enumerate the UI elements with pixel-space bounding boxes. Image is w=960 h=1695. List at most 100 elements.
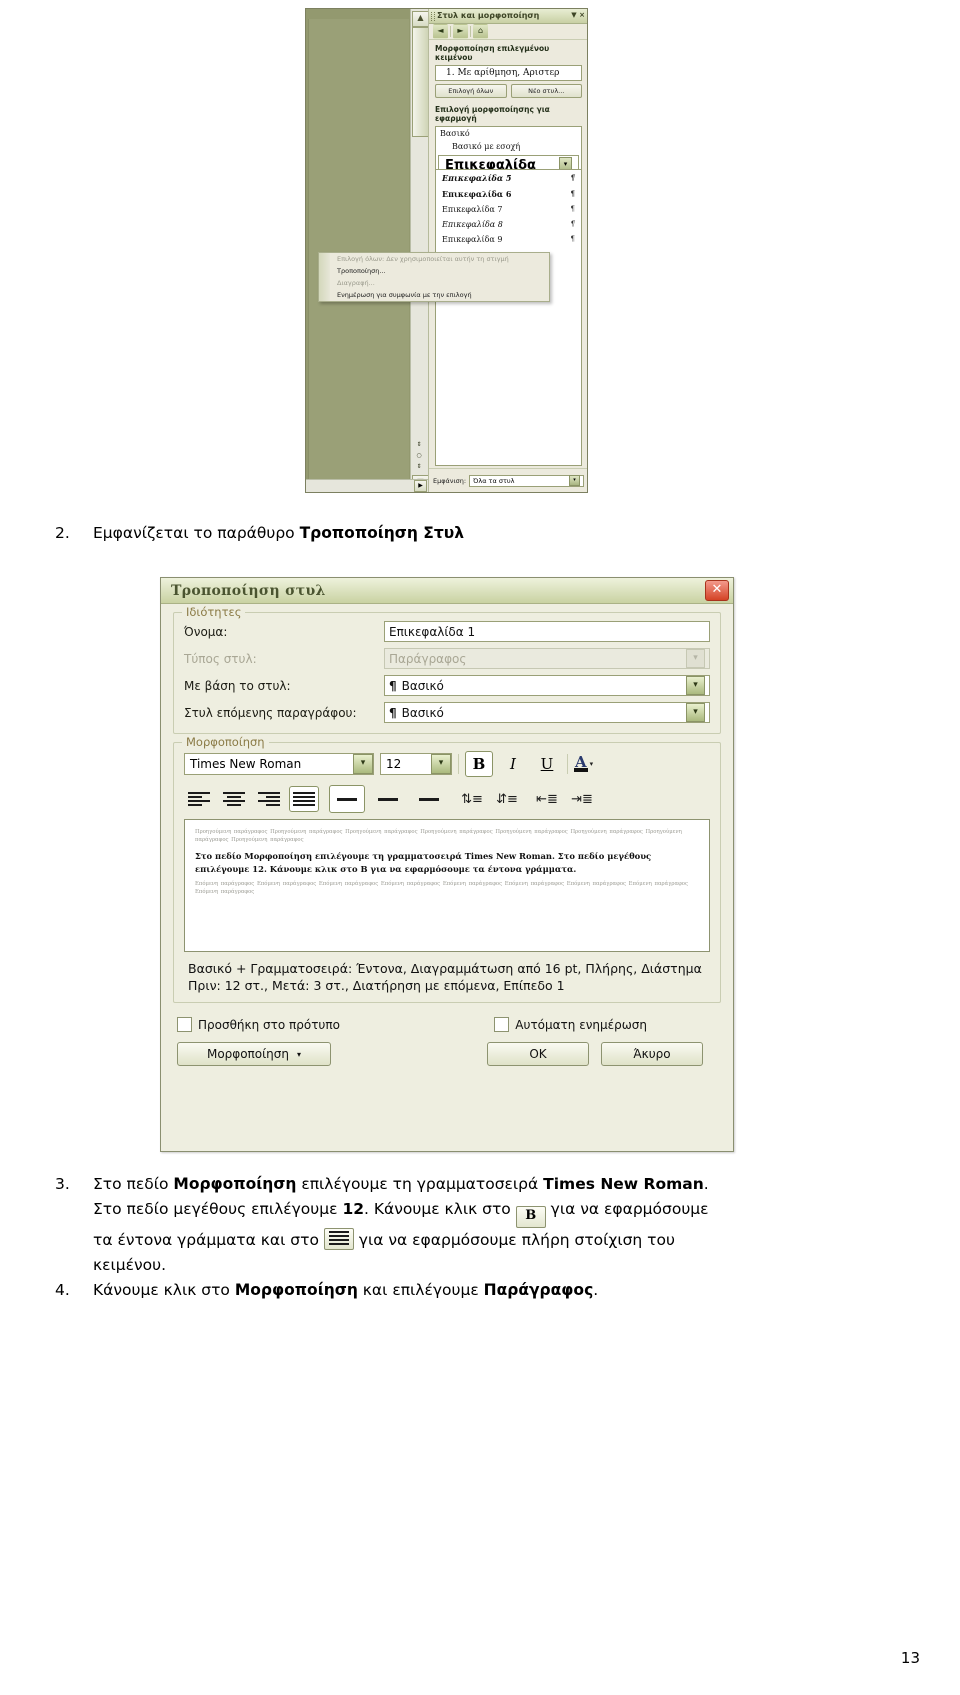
underline-button[interactable]: U (533, 751, 561, 777)
style-item-basic[interactable]: Βασικό (436, 127, 581, 140)
pick-formatting-heading: Επιλογή μορφοποίησης για εφαρμογή (435, 105, 550, 123)
align-center-button[interactable] (219, 786, 249, 812)
close-icon[interactable]: ✕ (705, 580, 729, 601)
step-3-line-2: Στο πεδίο μεγέθους επιλέγουμε 12. Κάνουμ… (93, 1197, 900, 1228)
list-item[interactable]: ¶ Επικεφαλίδα 6 (436, 186, 581, 202)
forward-icon[interactable]: ► (453, 24, 468, 39)
menu-item-modify[interactable]: Τροποποίηση... (319, 265, 549, 277)
line-spacing-single-button[interactable] (329, 785, 365, 813)
scroll-right-button[interactable]: ▶ (414, 480, 427, 492)
justify-button[interactable] (289, 786, 319, 812)
style-description-line-2: Πριν: 12 στ., Μετά: 3 στ., Διατήρηση με … (188, 978, 565, 993)
font-toolbar: Times New Roman ▾ 12 ▾ B I U A ▾ (184, 751, 710, 777)
align-right-button[interactable] (254, 786, 284, 812)
document-vertical-scrollbar[interactable]: ▲ ▼ (410, 9, 429, 492)
step-3-seg-3: . (703, 1175, 709, 1193)
menu-item-delete: Διαγραφή... (337, 279, 375, 287)
step-2-bold: Τροποποίηση Στυλ (299, 524, 465, 542)
based-on-label: Με βάση το στυλ: (184, 678, 291, 693)
step-3-seg-5: . Κάνουμε κλικ στο (364, 1200, 516, 1218)
name-label: Όνομα: (184, 624, 228, 639)
style-type-value: Παράγραφος (389, 651, 467, 666)
font-size-combo[interactable]: 12 ▾ (380, 753, 452, 775)
drag-grip-icon[interactable] (431, 12, 435, 21)
dialog-titlebar[interactable]: Τροποποίηση στυλ ✕ (161, 578, 733, 604)
bold-button[interactable]: B (465, 751, 493, 777)
based-on-combo[interactable]: ¶ Βασικό ▾ (384, 675, 710, 696)
next-style-combo[interactable]: ¶ Βασικό ▾ (384, 702, 710, 723)
menu-item-update-to-match[interactable]: Ενημέρωση για συμφωνία με την επιλογή (319, 289, 549, 301)
style-context-menu[interactable]: Επιλογή όλων: Δεν χρησιμοποιείται αυτήν … (318, 252, 550, 302)
chevron-down-icon[interactable]: ▾ (297, 1050, 301, 1059)
filter-combo[interactable]: Όλα τα στυλ ▾ (469, 474, 584, 487)
style-item-basic-indent[interactable]: Βασικό με εσοχή (436, 140, 581, 153)
italic-button[interactable]: I (499, 751, 527, 777)
chevron-down-icon[interactable]: ▾ (431, 754, 451, 774)
step-4-number: 4. (55, 1281, 70, 1299)
browse-next-icon[interactable]: ⇕ (411, 461, 427, 472)
add-to-template-checkbox[interactable] (177, 1017, 192, 1032)
chevron-down-icon[interactable]: ▼ (571, 11, 576, 19)
cancel-button[interactable]: Άκυρο (601, 1042, 703, 1066)
next-style-label: Στυλ επόμενης παραγράφου: (184, 705, 357, 720)
decrease-space-before-button[interactable]: ⇅≡ (457, 786, 487, 812)
step-3-seg-6: για να εφαρμόσουμε (545, 1200, 709, 1218)
chevron-down-icon[interactable]: ▾ (569, 475, 580, 486)
chevron-down-icon[interactable]: ▾ (353, 754, 373, 774)
list-item[interactable]: ¶ Επικεφαλίδα 5 (436, 170, 581, 186)
bold-button-icon[interactable]: B (515, 1206, 546, 1228)
scroll-up-button[interactable]: ▲ (412, 11, 429, 27)
line-spacing-1-5-button[interactable] (370, 785, 406, 813)
select-all-button[interactable]: Επιλογή όλων (435, 84, 507, 98)
format-button[interactable]: Μορφοποίηση ▾ (177, 1042, 331, 1066)
decrease-indent-button[interactable]: ⇤≣ (532, 786, 562, 812)
step-3-bold-1: Μορφοποίηση (173, 1175, 297, 1193)
step-3-line-3: τα έντονα γράμματα και στο για να εφαρμό… (93, 1228, 900, 1253)
list-item[interactable]: ¶ Επικεφαλίδα 9 (436, 232, 581, 247)
step-2-text: Εμφανίζεται το παράθυρο Τροποποίηση Στυλ (93, 522, 855, 545)
preview-text-after: Επόμενη παράγραφος Επόμενη παράγραφος Επ… (195, 881, 688, 895)
auto-update-checkbox[interactable] (494, 1017, 510, 1032)
style-type-row: Τύπος στυλ: Παράγραφος ▾ (184, 648, 710, 669)
justify-button-icon[interactable] (323, 1228, 354, 1250)
home-icon[interactable]: ⌂ (473, 24, 488, 39)
new-style-button[interactable]: Νέο στυλ... (510, 84, 582, 98)
chevron-down-icon[interactable]: ▾ (686, 703, 705, 722)
step-3-number: 3. (55, 1175, 70, 1193)
document-background (306, 9, 410, 492)
browse-previous-icon[interactable]: ○ (411, 450, 427, 461)
styles-list[interactable]: ¶ Επικεφαλίδα 5 ¶ Επικεφαλίδα 6 ¶ Επικεφ… (435, 169, 582, 466)
current-style-box[interactable]: 1. Με αρίθμηση, Αριστερ (435, 65, 582, 81)
back-icon[interactable]: ◄ (433, 24, 448, 39)
list-item[interactable]: ¶ Επικεφαλίδα 7 (436, 202, 581, 217)
name-input[interactable]: Επικεφαλίδα 1 (384, 621, 710, 642)
horizontal-scrollbar[interactable]: ▶ (306, 479, 428, 492)
paragraph-mark-icon: ¶ (389, 678, 397, 693)
view-buttons-gutter[interactable]: ⇕ ○ ⇕ (411, 439, 427, 472)
based-on-row: Με βάση το στυλ: ¶ Βασικό ▾ (184, 675, 710, 696)
chevron-down-icon[interactable]: ▾ (686, 676, 705, 695)
task-pane-title-buttons[interactable]: ▼ × (571, 11, 585, 19)
step-3-seg-1: Στο πεδίο (93, 1175, 174, 1193)
step-3-seg-4: Στο πεδίο μεγέθους επιλέγουμε (93, 1200, 343, 1218)
scroll-thumb[interactable] (412, 27, 429, 137)
task-pane-toolbar: ◄ ► ⌂ (429, 24, 587, 40)
font-color-button[interactable]: A ▾ (574, 755, 594, 772)
list-item[interactable]: ¶ Επικεφαλίδα 8 (436, 217, 581, 232)
properties-group: Ιδιότητες Όνομα: Επικεφαλίδα 1 Τύπος στυ… (173, 605, 721, 734)
increase-indent-button[interactable]: ⇥≣ (567, 786, 597, 812)
line-spacing-double-button[interactable] (411, 785, 447, 813)
ok-button[interactable]: OK (487, 1042, 589, 1066)
step-4-line-1: Κάνουμε κλικ στο Μορφοποίηση και επιλέγο… (93, 1278, 900, 1303)
align-left-button[interactable] (184, 786, 214, 812)
format-button-label: Μορφοποίηση (206, 1047, 289, 1061)
toolbar-separator (470, 26, 471, 37)
select-browse-object-icon[interactable]: ⇕ (411, 439, 427, 450)
task-pane-titlebar: Στυλ και μορφοποίηση ▼ × (429, 9, 587, 24)
close-icon[interactable]: × (579, 11, 585, 19)
chevron-down-icon[interactable]: ▾ (590, 760, 594, 768)
font-name-combo[interactable]: Times New Roman ▾ (184, 753, 374, 775)
increase-space-before-button[interactable]: ⇵≡ (492, 786, 522, 812)
list-item-label: Επικεφαλίδα 5 (442, 173, 512, 183)
step-4-seg-3: . (593, 1281, 599, 1299)
